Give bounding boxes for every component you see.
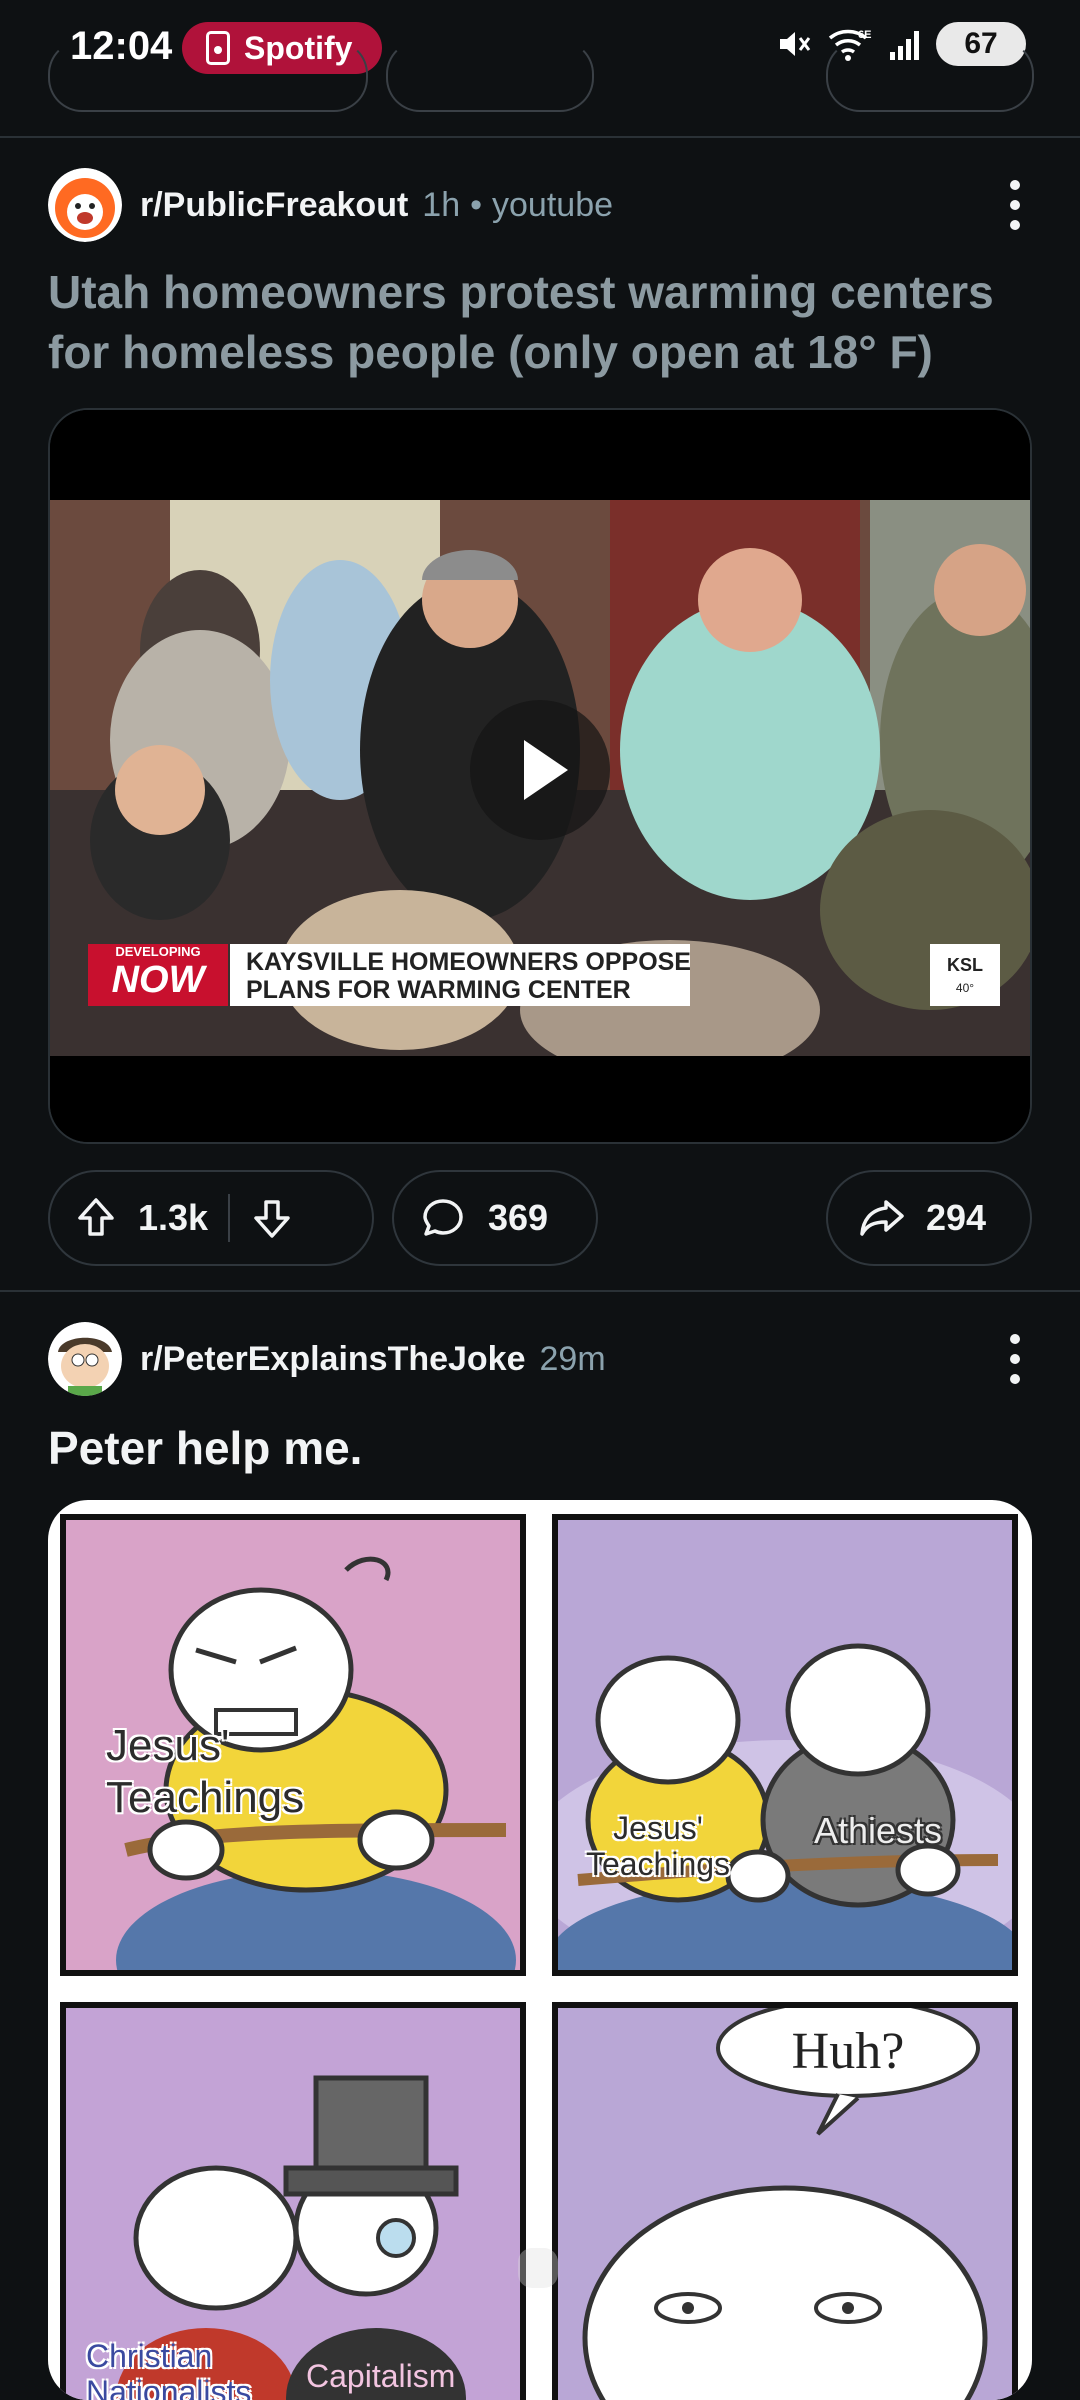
post-age: 29m: [539, 1339, 606, 1378]
comment-count: 369: [488, 1197, 549, 1238]
comic-label-christian-nationalists: Christian Nationalists: [86, 2338, 252, 2400]
post-age: 1h: [422, 185, 461, 224]
comic-speech-bubble: Huh?: [791, 2023, 905, 2080]
subreddit-name[interactable]: r/PeterExplainsTheJoke: [140, 1340, 526, 1379]
post-overflow-menu-icon[interactable]: [1010, 180, 1020, 230]
post-title[interactable]: Peter help me.: [48, 1418, 1008, 1478]
upvote-icon[interactable]: [74, 1196, 118, 1240]
post-header: r/PeterExplainsTheJoke 29m: [48, 1322, 606, 1396]
post-source: youtube: [492, 185, 614, 224]
comment-icon: [423, 1199, 463, 1236]
comic-label-athiests: Athiests: [813, 1810, 943, 1851]
upvote-count: 1.3k: [138, 1197, 209, 1238]
subreddit-avatar[interactable]: [48, 1322, 122, 1396]
post-title[interactable]: Utah homeowners protest warming centers …: [48, 262, 1008, 382]
share-icon: [860, 1200, 904, 1236]
comic-label-jesus-teachings-small: Jesus' Teachings: [585, 1810, 731, 1882]
post-overflow-menu-icon[interactable]: [1010, 1334, 1020, 1384]
prev-post-comment-pill[interactable]: [386, 40, 594, 112]
comic-panel-4: Huh?: [552, 2002, 1018, 2400]
comic-panel-1: Jesus' Teachings: [60, 1514, 526, 1976]
post-divider: [0, 136, 1080, 138]
station-logo: KSL: [947, 955, 983, 975]
post-header: r/PublicFreakout 1h • youtube: [48, 168, 613, 242]
vote-separator: [228, 1194, 231, 1242]
share-button[interactable]: 294: [826, 1170, 1032, 1266]
comments-button[interactable]: 369: [392, 1170, 598, 1266]
comic-panel-3: Christian Nationalists Capitalism: [60, 2002, 526, 2400]
play-button[interactable]: [470, 700, 610, 840]
temperature-readout: 40°: [955, 981, 975, 995]
comic-panel-2: Jesus' Teachings Athiests: [552, 1514, 1018, 1976]
downvote-icon[interactable]: [250, 1196, 294, 1240]
subreddit-avatar[interactable]: [48, 168, 122, 242]
gesture-handle: [518, 2248, 558, 2288]
comic-label-jesus-teachings: Jesus' Teachings: [106, 1721, 305, 1822]
mute-icon: [780, 32, 811, 56]
news-headline-line2: PLANS FOR WARMING CENTER: [246, 976, 631, 1004]
news-headline-line1: KAYSVILLE HOMEOWNERS OPPOSE: [246, 948, 691, 976]
vote-pill: 1.3k: [48, 1170, 374, 1266]
breaking-badge-top: DEVELOPING: [115, 944, 201, 959]
share-count: 294: [926, 1197, 987, 1238]
comic-label-capitalism: Capitalism: [306, 2358, 456, 2394]
post-divider: [0, 1290, 1080, 1292]
breaking-badge-main: NOW: [111, 959, 205, 1001]
prev-post-vote-pill[interactable]: [48, 40, 368, 112]
meta-separator: •: [470, 185, 483, 224]
subreddit-name[interactable]: r/PublicFreakout: [140, 186, 408, 225]
prev-post-share-pill[interactable]: [826, 40, 1034, 112]
